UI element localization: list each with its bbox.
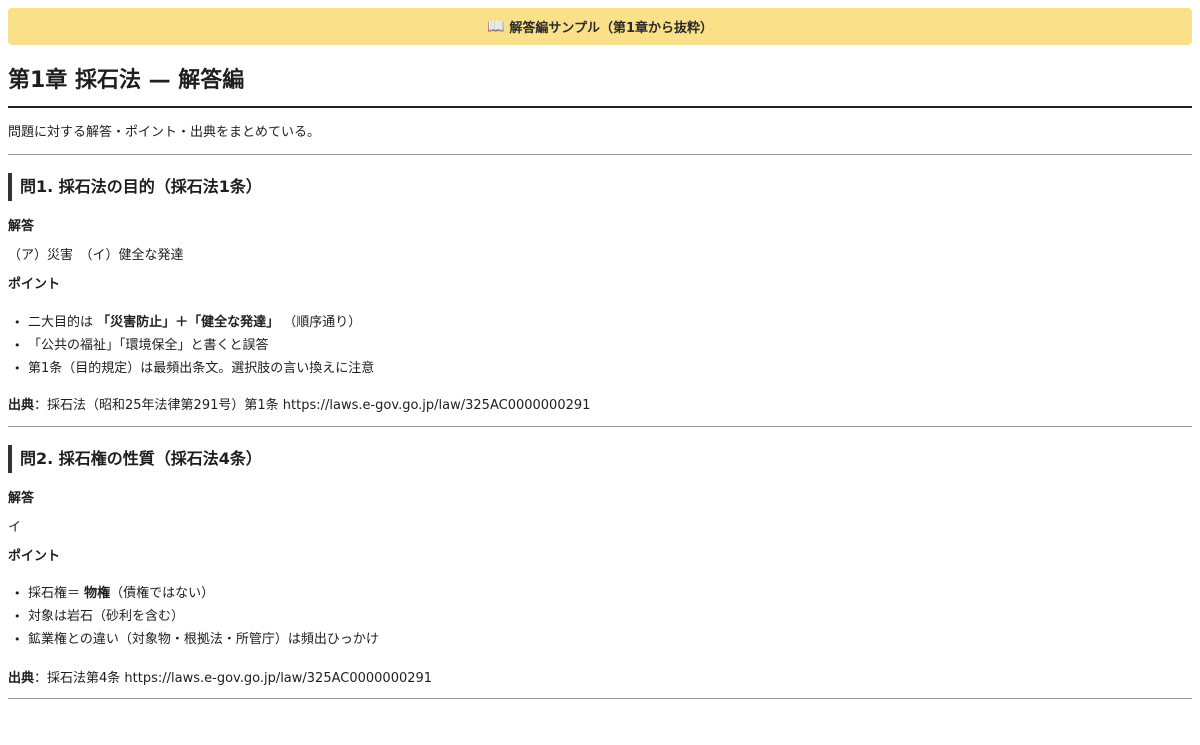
- intro-text: 問題に対する解答・ポイント・出典をまとめている。: [8, 125, 321, 140]
- page-title: 第1章 採石法 — 解答編: [8, 68, 245, 93]
- points-label: ポイント: [8, 277, 61, 292]
- list-item: 採石権＝ 物権（債権ではない）: [8, 582, 379, 605]
- title-divider: [8, 106, 1192, 108]
- question-heading: 問1. 採石法の目的（採石法1条）: [8, 173, 608, 201]
- list-item: 「公共の福祉」「環境保全」と書くと誤答: [8, 334, 374, 357]
- list-item: 鉱業権との違い（対象物・根拠法・所管庁）は頻出ひっかけ: [8, 628, 379, 651]
- points-list: 二大目的は 「災害防止」＋「健全な発達」 （順序通り） 「公共の福祉」「環境保全…: [8, 311, 374, 380]
- points-label: ポイント: [8, 549, 61, 564]
- banner: 📖 解答編サンプル（第1章から抜粋）: [8, 8, 1192, 45]
- list-item: 第1条（目的規定）は最頻出条文。選択肢の言い換えに注意: [8, 357, 374, 380]
- section-divider: [8, 154, 1192, 155]
- banner-text: 解答編サンプル（第1章から抜粋）: [509, 21, 714, 36]
- section-divider: [8, 698, 1192, 699]
- source-line: 出典：採石法（昭和25年法律第291号）第1条 https://laws.e-g…: [8, 398, 591, 413]
- answer-label: 解答: [8, 219, 35, 234]
- source-line: 出典：採石法第4条 https://laws.e-gov.go.jp/law/3…: [8, 671, 433, 686]
- book-icon: 📖: [486, 18, 505, 35]
- question-heading: 問2. 採石権の性質（採石法4条）: [8, 445, 608, 473]
- points-list: 採石権＝ 物権（債権ではない） 対象は岩石（砂利を含む） 鉱業権との違い（対象物…: [8, 582, 379, 651]
- list-item: 二大目的は 「災害防止」＋「健全な発達」 （順序通り）: [8, 311, 374, 334]
- list-item: 対象は岩石（砂利を含む）: [8, 605, 379, 628]
- answer-text: （ア）災害 （イ）健全な発達: [8, 248, 184, 263]
- section-divider: [8, 426, 1192, 427]
- answer-label: 解答: [8, 491, 35, 506]
- answer-text: イ: [8, 520, 22, 535]
